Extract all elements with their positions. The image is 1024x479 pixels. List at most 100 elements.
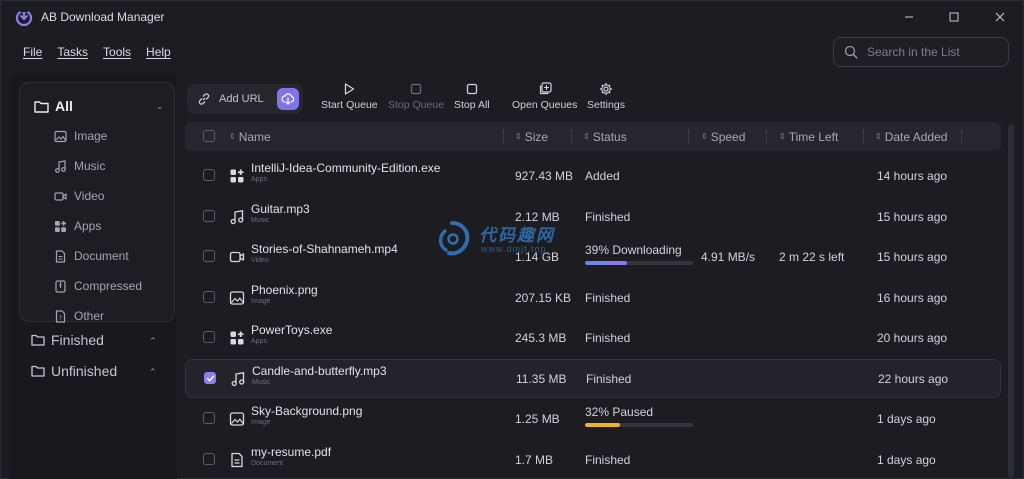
file-status: 39% Downloading — [585, 243, 682, 257]
progress-fill — [585, 423, 620, 427]
column-speed-label: Speed — [710, 130, 746, 144]
maximize-button[interactable] — [940, 7, 968, 27]
file-date: 1 days ago — [877, 412, 936, 426]
column-divider[interactable] — [571, 129, 572, 144]
menu-help[interactable]: Help — [146, 45, 171, 59]
table-row[interactable]: Stories-of-Shahnameh.mp4 Video 1.14 GB 3… — [185, 238, 1001, 275]
row-checkbox[interactable] — [203, 453, 215, 465]
group-finished[interactable]: Finished — [31, 332, 104, 348]
column-time-left[interactable]: ⇕ Time Left — [779, 130, 838, 144]
sort-icon: ⇕ — [229, 132, 236, 141]
progress-fill — [585, 261, 628, 265]
table-row[interactable]: IntelliJ-Idea-Community-Edition.exe Apps… — [185, 157, 1001, 194]
file-size: 245.3 MB — [515, 331, 567, 345]
file-type: Image — [251, 419, 271, 426]
music-icon — [230, 210, 244, 225]
music-icon — [231, 372, 245, 387]
file-date: 15 hours ago — [877, 250, 948, 264]
folder-icon — [31, 334, 45, 346]
menu-tools[interactable]: Tools — [103, 45, 131, 59]
table-row[interactable]: PowerToys.exe Apps 245.3 MB Finished 20 … — [185, 319, 1001, 356]
sort-icon: ⇕ — [701, 132, 708, 141]
table-row[interactable]: my-resume.pdf Document 1.7 MB Finished 1… — [185, 441, 1001, 478]
column-size-label: Size — [524, 130, 549, 144]
menu-tasks[interactable]: Tasks — [57, 45, 88, 59]
row-checkbox[interactable] — [203, 331, 215, 343]
group-unfinished-label: Unfinished — [51, 363, 118, 379]
list-scrollbar[interactable] — [1005, 122, 1017, 479]
progress-bar — [585, 423, 693, 427]
table-header: ⇕ Name ⇕ Size ⇕ Status ⇕ Speed ⇕ Time Left ⇕ D… — [185, 122, 1001, 151]
queues-icon — [539, 82, 552, 95]
row-checkbox[interactable] — [203, 210, 215, 222]
chevron-up-icon[interactable]: ⌃ — [149, 336, 157, 347]
select-all-checkbox[interactable] — [203, 130, 215, 142]
file-status: Finished — [585, 331, 631, 345]
table-row-selected[interactable]: Candle-and-butterfly.mp3 Music 11.35 MB … — [185, 359, 1001, 398]
stop-icon — [466, 83, 477, 95]
chevron-down-icon[interactable]: ⌄ — [156, 101, 164, 112]
chevron-up-icon[interactable]: ⌃ — [149, 367, 157, 378]
category-other[interactable]: ? Other — [54, 309, 104, 323]
group-unfinished[interactable]: Unfinished — [31, 363, 117, 379]
document-icon — [55, 249, 66, 263]
file-type: Document — [251, 460, 283, 467]
column-divider[interactable] — [688, 129, 689, 144]
category-compressed[interactable]: Compressed — [54, 279, 142, 293]
column-divider[interactable] — [766, 129, 767, 144]
row-checkbox-checked[interactable] — [204, 372, 216, 384]
column-size[interactable]: ⇕ Size — [515, 130, 548, 144]
column-divider[interactable] — [503, 129, 504, 144]
stop-icon — [410, 83, 422, 95]
category-music[interactable]: Music — [54, 159, 105, 173]
file-type: Music — [251, 217, 270, 224]
search-input[interactable] — [867, 45, 997, 59]
close-icon — [995, 12, 1005, 22]
file-date: 1 days ago — [877, 453, 936, 467]
minimize-button[interactable] — [895, 7, 923, 27]
category-apps[interactable]: Apps — [54, 219, 101, 233]
column-speed[interactable]: ⇕ Speed — [701, 130, 745, 144]
row-checkbox[interactable] — [203, 412, 215, 424]
table-row[interactable]: Sky-Background.png Image 1.25 MB 32% Pau… — [185, 400, 1001, 437]
file-type: Apps — [251, 338, 267, 345]
row-checkbox[interactable] — [203, 169, 215, 181]
open-queues-button[interactable]: Open Queues — [512, 82, 577, 111]
table-row[interactable]: Guitar.mp3 Music 2.12 MB Finished 15 hou… — [185, 198, 1001, 235]
row-checkbox[interactable] — [203, 291, 215, 303]
start-queue-label: Start Queue — [321, 99, 378, 111]
row-checkbox[interactable] — [203, 250, 215, 262]
file-speed: 4.91 MB/s — [701, 250, 756, 264]
menu-file[interactable]: File — [23, 45, 42, 59]
play-icon — [345, 83, 355, 95]
column-date-added[interactable]: ⇕ Date Added — [875, 130, 947, 144]
column-divider[interactable] — [863, 129, 864, 144]
add-url-button[interactable]: Add URL — [187, 84, 303, 114]
category-all[interactable]: All — [34, 98, 73, 114]
file-name: my-resume.pdf — [251, 445, 332, 459]
scrollbar-thumb[interactable] — [1008, 124, 1014, 478]
menu-bar: File Tasks Tools Help — [23, 45, 186, 59]
category-video[interactable]: Video — [54, 189, 104, 203]
category-document[interactable]: Document — [54, 249, 129, 263]
search-box[interactable] — [833, 37, 1009, 67]
table-row[interactable]: Phoenix.png Image 207.15 KB Finished 16 … — [185, 279, 1001, 316]
gear-icon — [599, 83, 612, 95]
column-divider[interactable] — [961, 129, 962, 144]
column-name[interactable]: ⇕ Name — [229, 130, 271, 144]
stop-all-button[interactable]: Stop All — [454, 82, 490, 111]
category-image[interactable]: Image — [54, 129, 107, 143]
close-button[interactable] — [986, 7, 1014, 27]
app-window: AB Download Manager File Tasks Tools Hel… — [0, 0, 1024, 479]
download-cloud-button[interactable] — [277, 88, 299, 110]
start-queue-button[interactable]: Start Queue — [321, 82, 378, 111]
column-status[interactable]: ⇕ Status — [583, 130, 627, 144]
settings-label: Settings — [587, 99, 625, 111]
column-name-label: Name — [238, 130, 271, 144]
file-name: Phoenix.png — [251, 283, 318, 297]
stop-queue-button[interactable]: Stop Queue — [388, 82, 444, 111]
file-name: PowerToys.exe — [251, 323, 333, 337]
stop-queue-label: Stop Queue — [388, 99, 445, 111]
settings-button[interactable]: Settings — [587, 82, 625, 111]
category-compressed-label: Compressed — [74, 279, 143, 293]
